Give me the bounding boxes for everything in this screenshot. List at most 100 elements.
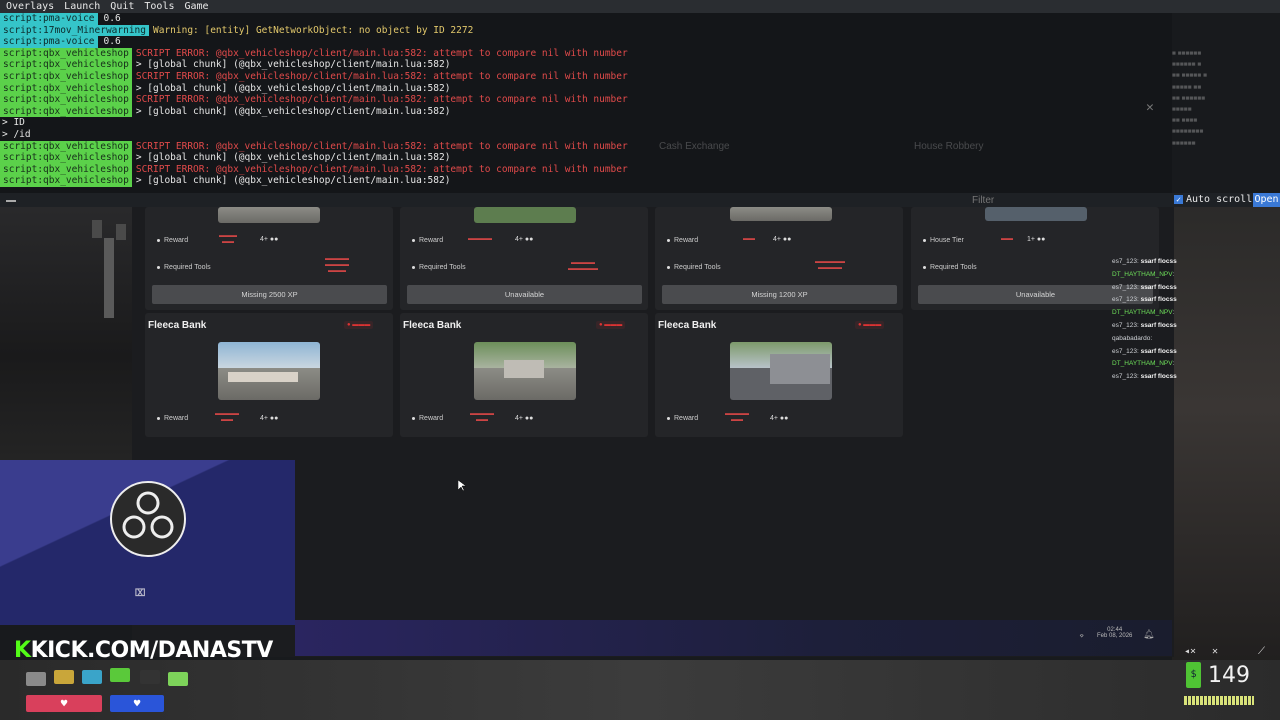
money-icon: $ bbox=[1186, 662, 1201, 688]
emote bbox=[26, 672, 46, 686]
console-message: SCRIPT ERROR: @qbx_vehicleshop/client/ma… bbox=[135, 70, 628, 82]
chat-username: es7_123 bbox=[1112, 258, 1137, 265]
heist-card-fleeca[interactable]: Fleeca Bank ● ▬▬▬ Reward ▬▬▬▬ ▬▬ 4+ ●● bbox=[655, 313, 903, 437]
console-line: script:qbx_vehicleshop > [global chunk] (… bbox=[0, 105, 1172, 118]
heist-card: Reward ▬▬▬ ▬▬ 4+ ●● Required Tools ▬▬▬▬ ▬▬… bbox=[145, 207, 393, 310]
chat-text: ssarf flocss bbox=[1140, 258, 1177, 265]
heist-thumbnail bbox=[218, 207, 320, 223]
heist-status-button[interactable]: Missing 1200 XP bbox=[662, 285, 897, 304]
chat-message: DT_HAYTHAM_NPV: bbox=[1112, 360, 1175, 368]
signal-icon: ⟋ bbox=[1258, 646, 1265, 657]
emote bbox=[168, 672, 188, 686]
console-message: > ID bbox=[2, 117, 25, 129]
chat-message: DT_HAYTHAM_NPV: bbox=[1112, 309, 1175, 317]
crew-size: 4+ ●● bbox=[260, 236, 279, 243]
lamp bbox=[92, 220, 102, 238]
heist-card: Reward ▬▬ 4+ ●● Required Tools ▬▬▬▬▬ ▬▬▬▬… bbox=[655, 207, 903, 310]
chat-feed: es7_123: ssarf flocss DT_HAYTHAM_NPV: es7… bbox=[1112, 256, 1177, 384]
tools-row: Required Tools bbox=[923, 264, 977, 271]
crew-size: 4+ ●● bbox=[770, 415, 789, 422]
console-message: > [global chunk] (@qbx_vehicleshop/clien… bbox=[135, 82, 451, 94]
open-button[interactable]: Open bbox=[1253, 193, 1280, 207]
console-resource-tag: script:qbx_vehicleshop bbox=[0, 47, 132, 60]
console-line: script:qbx_vehicleshop > [global chunk] (… bbox=[0, 82, 1172, 95]
camera-off-icon: ⌧ bbox=[134, 580, 147, 604]
chat-message: DT_HAYTHAM_NPV: bbox=[1112, 270, 1175, 278]
chat-username: es7_123 bbox=[1112, 296, 1137, 304]
console-message: 0.6 bbox=[103, 13, 121, 24]
console-line: script:qbx_vehicleshop SCRIPT ERROR: @qbx… bbox=[0, 47, 1172, 60]
notification-bell-icon[interactable]: 🔔︎ bbox=[1143, 630, 1154, 640]
heist-card-fleeca[interactable]: Fleeca Bank ● ▬▬▬ Reward ▬▬▬▬ ▬▬ 4+ ●● bbox=[400, 313, 648, 437]
heist-thumbnail bbox=[730, 342, 832, 400]
heist-thumbnail bbox=[730, 207, 832, 221]
console-message: Warning: [entity] GetNetworkObject: no o… bbox=[153, 24, 474, 36]
heist-thumbnail bbox=[474, 342, 576, 400]
heist-status-button[interactable]: Unavailable bbox=[407, 285, 642, 304]
heist-thumbnail bbox=[218, 342, 320, 400]
menu-game[interactable]: Game bbox=[185, 1, 209, 12]
taskbar-date: Feb 08, 2026 bbox=[1097, 633, 1133, 639]
console-line: script:qbx_vehicleshop > [global chunk] (… bbox=[0, 175, 1172, 187]
cooldown-timer: ● ▬▬▬ bbox=[344, 321, 374, 329]
game-background-bottom bbox=[0, 660, 1280, 720]
tools-row: Required Tools bbox=[157, 264, 211, 271]
emote bbox=[82, 670, 102, 684]
console-resource-tag: script:qbx_vehicleshop bbox=[0, 59, 132, 71]
console-resource-tag: script:qbx_vehicleshop bbox=[0, 175, 132, 187]
menu-launch[interactable]: Launch bbox=[64, 1, 100, 12]
mouse-cursor-icon bbox=[458, 480, 466, 492]
heist-title: Fleeca Bank bbox=[403, 320, 462, 331]
obs-logo-icon bbox=[110, 481, 186, 557]
menu-bar: Overlays Launch Quit Tools Game bbox=[0, 0, 1280, 13]
reward-value: ▬▬ bbox=[743, 236, 755, 242]
game-background-right bbox=[1172, 200, 1280, 720]
tools-icon: ✕ bbox=[1212, 646, 1219, 657]
hud-cash-value: 149 bbox=[1208, 663, 1250, 688]
close-icon[interactable]: ✕ bbox=[1146, 100, 1154, 115]
chat-text: ssarf flocss bbox=[1140, 321, 1177, 329]
heist-thumbnail bbox=[985, 207, 1087, 221]
console-log[interactable]: script:pma-voice 0.6 script:17mov_Minerwar… bbox=[0, 13, 1172, 193]
console-resource-tag: script:pma-voice bbox=[0, 36, 98, 48]
crew-size: 4+ ●● bbox=[260, 415, 279, 422]
tools-row: Required Tools bbox=[667, 264, 721, 271]
reward-row: Reward bbox=[667, 415, 698, 422]
heist-card-fleeca[interactable]: Fleeca Bank ● ▬▬▬ Reward ▬▬▬▬ ▬▬ 4+ ●● bbox=[145, 313, 393, 437]
console-resource-tag: script:qbx_vehicleshop bbox=[0, 140, 132, 153]
crew-size: 4+ ●● bbox=[515, 415, 534, 422]
console-line: script:qbx_vehicleshop > [global chunk] (… bbox=[0, 152, 1172, 164]
crew-size: 1+ ●● bbox=[1027, 236, 1046, 243]
heart-button: ♥ bbox=[26, 695, 102, 712]
reward-value: ▬▬▬▬ ▬▬ bbox=[215, 411, 239, 423]
reward-row: Reward bbox=[667, 237, 698, 244]
reward-row: Reward bbox=[412, 415, 443, 422]
menu-overlays[interactable]: Overlays bbox=[6, 1, 54, 12]
cooldown-timer: ● ▬▬▬ bbox=[855, 321, 885, 329]
console-message: > [global chunk] (@qbx_vehicleshop/clien… bbox=[135, 175, 451, 187]
console-line: script:qbx_vehicleshop SCRIPT ERROR: @qbx… bbox=[0, 70, 1172, 83]
overlay-header-cash-exchange: Cash Exchange bbox=[659, 141, 730, 152]
heist-status-button[interactable]: Missing 2500 XP bbox=[152, 285, 387, 304]
chat-username: es7_123 bbox=[1112, 321, 1137, 329]
filter-input[interactable] bbox=[970, 193, 1174, 208]
console-resource-tag: script:qbx_vehicleshop bbox=[0, 105, 132, 118]
auto-scroll-toggle[interactable]: ✓ Auto scroll bbox=[1174, 193, 1252, 207]
console-resource-tag: script:17mov_Minerwarning bbox=[0, 24, 149, 37]
auto-scroll-label: Auto scroll bbox=[1186, 194, 1253, 205]
wifi-icon: ⌔ bbox=[1079, 632, 1085, 642]
crew-size: 4+ ●● bbox=[515, 236, 534, 243]
console-message: 0.6 bbox=[103, 36, 121, 48]
house-tier-row: House Tier bbox=[923, 237, 964, 244]
menu-quit[interactable]: Quit bbox=[110, 1, 134, 12]
console-message: SCRIPT ERROR: @qbx_vehicleshop/client/ma… bbox=[135, 163, 628, 175]
tools-value: ▬▬▬▬ ▬▬▬▬ ▬▬▬ bbox=[325, 256, 349, 274]
chat-message: es7_123: ssarf flocss bbox=[1112, 347, 1177, 355]
chat-username: es7_123 bbox=[1112, 373, 1137, 381]
chat-message: es7_123: ssarf flocss bbox=[1112, 258, 1177, 265]
reward-row: Reward bbox=[157, 237, 188, 244]
menu-tools[interactable]: Tools bbox=[144, 1, 174, 12]
chat-username: es7_123 bbox=[1112, 283, 1137, 291]
chat-username: DT_HAYTHAM_NPV bbox=[1112, 309, 1173, 317]
minimize-icon[interactable] bbox=[6, 200, 16, 202]
